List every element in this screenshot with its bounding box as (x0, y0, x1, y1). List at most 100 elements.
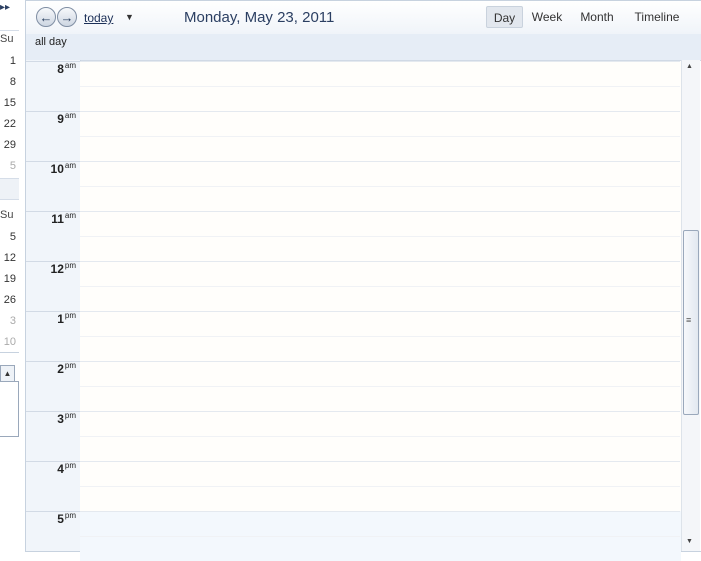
hour-label: 2pm (26, 361, 76, 376)
half-hour-divider (80, 286, 680, 287)
hour-number: 4 (57, 462, 64, 476)
hour-slot[interactable] (80, 61, 681, 111)
mini-cal-day[interactable]: 8 (10, 76, 16, 88)
half-hour-divider (80, 136, 680, 137)
half-hour-divider (80, 386, 680, 387)
half-hour-divider (80, 436, 680, 437)
hour-number: 12 (50, 262, 64, 276)
hour-divider (80, 511, 680, 512)
hour-slot[interactable] (80, 311, 681, 361)
calendar-toolbar: ← → today ▼ Monday, May 23, 2011 Day Wee… (26, 1, 701, 35)
hour-number: 1 (57, 312, 64, 326)
hour-suffix: pm (64, 461, 76, 470)
tab-week-view[interactable]: Week (528, 6, 566, 28)
tab-month-view[interactable]: Month (574, 6, 620, 28)
hour-slot[interactable] (80, 111, 681, 161)
hour-number: 10 (50, 162, 64, 176)
vertical-scrollbar[interactable]: ▲ ≡ ▼ (681, 60, 700, 551)
hour-number: 3 (57, 412, 64, 426)
hour-label: 10am (26, 161, 76, 176)
half-hour-divider (80, 486, 680, 487)
tab-day-view[interactable]: Day (486, 6, 523, 28)
tab-timeline-view[interactable]: Timeline (629, 6, 685, 28)
hour-number: 9 (57, 112, 64, 126)
time-grid: 8am 9am 10am 11am 12pm 1pm 2pm 3pm 4pm 5pm (26, 60, 681, 561)
hour-label: 4pm (26, 461, 76, 476)
hour-divider (80, 161, 680, 162)
hour-suffix: am (64, 111, 76, 120)
arrow-left-icon: ← (39, 10, 53, 25)
mini-cal-day[interactable]: 1 (10, 55, 16, 67)
panel-collapse-button[interactable]: ▲ (0, 365, 15, 382)
arrow-right-icon: → (60, 10, 74, 25)
mini-cal-day[interactable]: 10 (4, 336, 16, 348)
hour-divider (80, 411, 680, 412)
all-day-row[interactable]: all day (26, 34, 701, 61)
mini-cal-day[interactable]: 29 (4, 139, 16, 151)
time-slots (80, 60, 681, 561)
hour-divider (80, 111, 680, 112)
scroll-down-icon[interactable]: ▼ (686, 538, 693, 545)
date-title: Monday, May 23, 2011 (184, 9, 335, 26)
prev-day-button[interactable]: ← (36, 7, 56, 27)
hour-suffix: am (64, 211, 76, 220)
hour-divider (80, 311, 680, 312)
double-arrow-right-icon[interactable]: ▸▸ (0, 2, 19, 13)
hour-suffix: pm (64, 411, 76, 420)
all-day-label: all day (35, 36, 67, 48)
mini-cal-day[interactable]: 12 (4, 252, 16, 264)
hour-divider (80, 211, 680, 212)
hour-number: 8 (57, 62, 64, 76)
hour-labels: 8am 9am 10am 11am 12pm 1pm 2pm 3pm 4pm 5pm (26, 60, 80, 551)
next-day-button[interactable]: → (57, 7, 77, 27)
half-hour-divider (80, 186, 680, 187)
day-view-calendar: ← → today ▼ Monday, May 23, 2011 Day Wee… (25, 0, 701, 561)
mini-cal-day[interactable]: 19 (4, 273, 16, 285)
mini-calendar-panel: ▸▸ Su 1 8 15 22 29 5 Su 5 12 19 26 3 10 … (0, 0, 19, 556)
hour-divider (80, 361, 680, 362)
hour-label: 12pm (26, 261, 76, 276)
hour-slot[interactable] (80, 461, 681, 511)
hour-number: 5 (57, 512, 64, 526)
hour-suffix: pm (64, 361, 76, 370)
hour-divider (80, 61, 680, 62)
mini-cal-day[interactable]: 5 (10, 160, 16, 172)
today-link[interactable]: today (84, 11, 113, 25)
hour-label: 1pm (26, 311, 76, 326)
mini-cal-day[interactable]: 22 (4, 118, 16, 130)
half-hour-divider (80, 336, 680, 337)
hour-suffix: pm (64, 511, 76, 520)
hour-slot[interactable] (80, 361, 681, 411)
hour-label: 5pm (26, 511, 76, 526)
mini-cal-day[interactable]: 15 (4, 97, 16, 109)
mini-cal-day[interactable]: 3 (10, 315, 16, 327)
hour-slot[interactable] (80, 161, 681, 211)
mini-cal-day[interactable]: 5 (10, 231, 16, 243)
half-hour-divider (80, 86, 680, 87)
side-panel-box (0, 381, 19, 437)
hour-divider (80, 261, 680, 262)
hour-number: 11 (51, 212, 64, 226)
hour-slot[interactable] (80, 211, 681, 261)
scroll-up-icon[interactable]: ▲ (686, 63, 693, 70)
hour-slot[interactable] (80, 261, 681, 311)
hour-label: 8am (26, 61, 76, 76)
scrollbar-thumb[interactable]: ≡ (683, 230, 699, 415)
hour-slot[interactable] (80, 411, 681, 461)
mini-cal-month-header (0, 178, 19, 200)
mini-cal-day-header: Su (0, 33, 14, 45)
hour-suffix: am (64, 61, 76, 70)
half-hour-divider (80, 536, 680, 537)
hour-label: 9am (26, 111, 76, 126)
hour-number: 2 (57, 362, 64, 376)
hour-slot[interactable] (80, 511, 681, 561)
chevron-down-icon[interactable]: ▼ (125, 12, 134, 22)
hour-label: 11am (26, 211, 76, 226)
hour-label: 3pm (26, 411, 76, 426)
half-hour-divider (80, 236, 680, 237)
hour-divider (80, 461, 680, 462)
hour-suffix: am (64, 161, 76, 170)
hour-suffix: pm (64, 311, 76, 320)
mini-cal-day[interactable]: 26 (4, 294, 16, 306)
mini-cal-day-header: Su (0, 209, 14, 221)
